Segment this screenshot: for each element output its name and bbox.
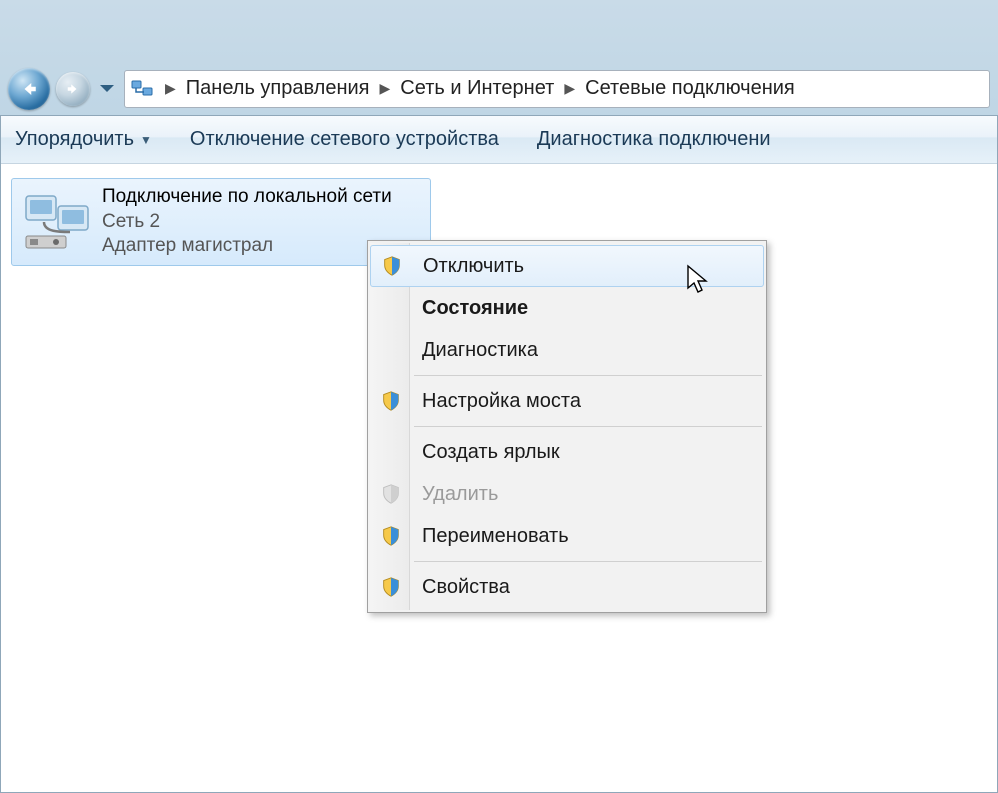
chevron-down-icon: ▼: [140, 133, 152, 147]
menu-delete: Удалить: [370, 473, 764, 515]
shield-icon: [378, 523, 404, 549]
breadcrumb-item[interactable]: Сеть и Интернет: [398, 77, 556, 100]
menu-separator: [414, 375, 762, 376]
shield-icon: [378, 388, 404, 414]
menu-separator: [414, 561, 762, 562]
chevron-right-icon: ▶: [159, 80, 182, 97]
breadcrumb-bar[interactable]: ▶ Панель управления ▶ Сеть и Интернет ▶ …: [124, 70, 990, 108]
history-dropdown[interactable]: [96, 78, 118, 100]
context-menu: Отключить Состояние Диагностика Настройк…: [367, 240, 767, 613]
menu-label: Настройка моста: [422, 390, 581, 413]
menu-label: Состояние: [422, 297, 528, 320]
arrow-right-icon: [66, 82, 80, 96]
connection-title: Подключение по локальной сети: [102, 185, 392, 210]
forward-button[interactable]: [56, 72, 90, 106]
menu-label: Переименовать: [422, 525, 569, 548]
menu-label: Отключить: [423, 255, 524, 278]
chevron-down-icon: [99, 84, 115, 94]
network-connections-icon: [129, 76, 155, 102]
menu-label: Диагностика: [422, 339, 538, 362]
menu-create-shortcut[interactable]: Создать ярлык: [370, 431, 764, 473]
diagnose-connection-button[interactable]: Диагностика подключени: [537, 128, 771, 151]
chevron-right-icon: ▶: [558, 80, 581, 97]
menu-separator: [414, 426, 762, 427]
command-toolbar: Упорядочить ▼ Отключение сетевого устрой…: [1, 116, 997, 164]
toolbar-label: Диагностика подключени: [537, 128, 771, 151]
window-titlebar-area: [0, 0, 998, 62]
breadcrumb-item[interactable]: Панель управления: [184, 77, 372, 100]
arrow-left-icon: [20, 80, 38, 98]
network-adapter-icon: [20, 192, 92, 252]
menu-properties[interactable]: Свойства: [370, 566, 764, 608]
connection-network-name: Сеть 2: [102, 210, 392, 235]
toolbar-label: Упорядочить: [15, 128, 134, 151]
shield-icon: [378, 481, 404, 507]
menu-label: Свойства: [422, 576, 510, 599]
menu-diagnose[interactable]: Диагностика: [370, 329, 764, 371]
organize-menu[interactable]: Упорядочить ▼: [15, 128, 152, 151]
chevron-right-icon: ▶: [374, 80, 397, 97]
connection-adapter-name: Адаптер магистрал: [102, 234, 392, 259]
shield-icon: [378, 574, 404, 600]
breadcrumb-item[interactable]: Сетевые подключения: [583, 77, 797, 100]
disable-device-button[interactable]: Отключение сетевого устройства: [190, 128, 499, 151]
menu-rename[interactable]: Переименовать: [370, 515, 764, 557]
cursor-icon: [686, 264, 710, 294]
toolbar-label: Отключение сетевого устройства: [190, 128, 499, 151]
menu-bridge[interactable]: Настройка моста: [370, 380, 764, 422]
navigation-bar: ▶ Панель управления ▶ Сеть и Интернет ▶ …: [0, 62, 998, 115]
shield-icon: [379, 253, 405, 279]
menu-label: Удалить: [422, 483, 498, 506]
connection-text: Подключение по локальной сети Сеть 2 Ада…: [102, 185, 392, 259]
back-button[interactable]: [8, 68, 50, 110]
menu-label: Создать ярлык: [422, 441, 560, 464]
